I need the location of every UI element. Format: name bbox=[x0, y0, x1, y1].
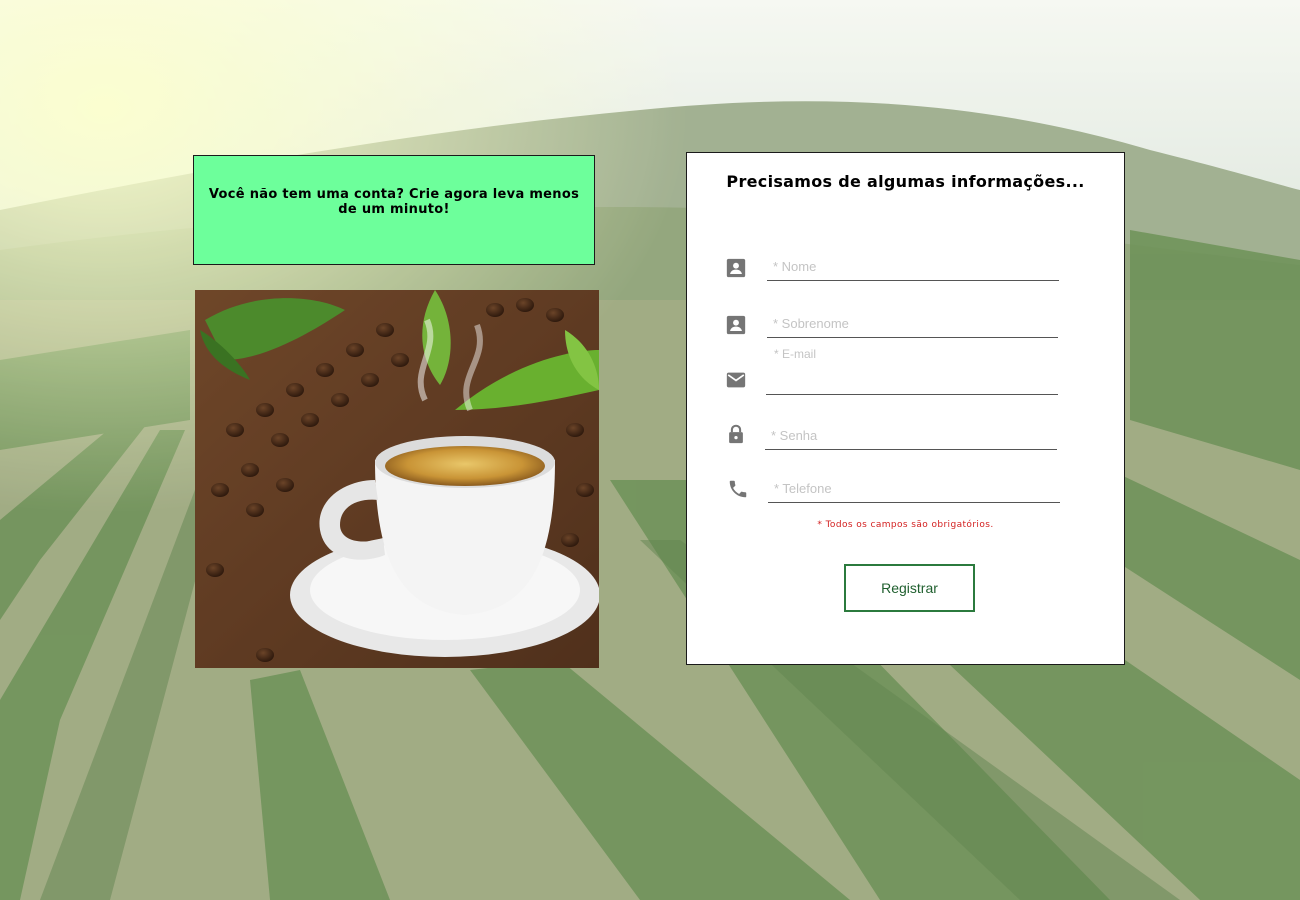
email-icon bbox=[726, 372, 746, 388]
person-card-icon bbox=[726, 315, 746, 335]
nome-input[interactable] bbox=[767, 253, 1059, 281]
nome-field-row bbox=[687, 245, 1124, 285]
email-label: * E-mail bbox=[774, 347, 817, 361]
email-input[interactable] bbox=[766, 367, 1058, 395]
sobrenome-field-row bbox=[687, 302, 1124, 342]
form-title: Precisamos de algumas informações... bbox=[726, 172, 1085, 191]
sobrenome-input[interactable] bbox=[767, 310, 1058, 338]
senha-field-row bbox=[687, 412, 1124, 452]
coffee-cup-photo bbox=[195, 290, 599, 668]
lock-icon bbox=[729, 424, 743, 444]
telefone-field-row bbox=[687, 467, 1124, 507]
email-field-row: * E-mail bbox=[687, 343, 1124, 398]
phone-icon bbox=[729, 480, 747, 498]
telefone-input[interactable] bbox=[768, 475, 1060, 503]
signup-promo-banner: Você não tem uma conta? Crie agora leva … bbox=[193, 155, 595, 265]
senha-input[interactable] bbox=[765, 422, 1057, 450]
registration-form: Precisamos de algumas informações... * E… bbox=[686, 152, 1125, 665]
person-card-icon bbox=[726, 258, 746, 278]
promo-text: Você não tem uma conta? Crie agora leva … bbox=[208, 187, 580, 217]
register-button[interactable]: Registrar bbox=[844, 564, 975, 612]
required-fields-note: * Todos os campos são obrigatórios. bbox=[817, 520, 994, 530]
